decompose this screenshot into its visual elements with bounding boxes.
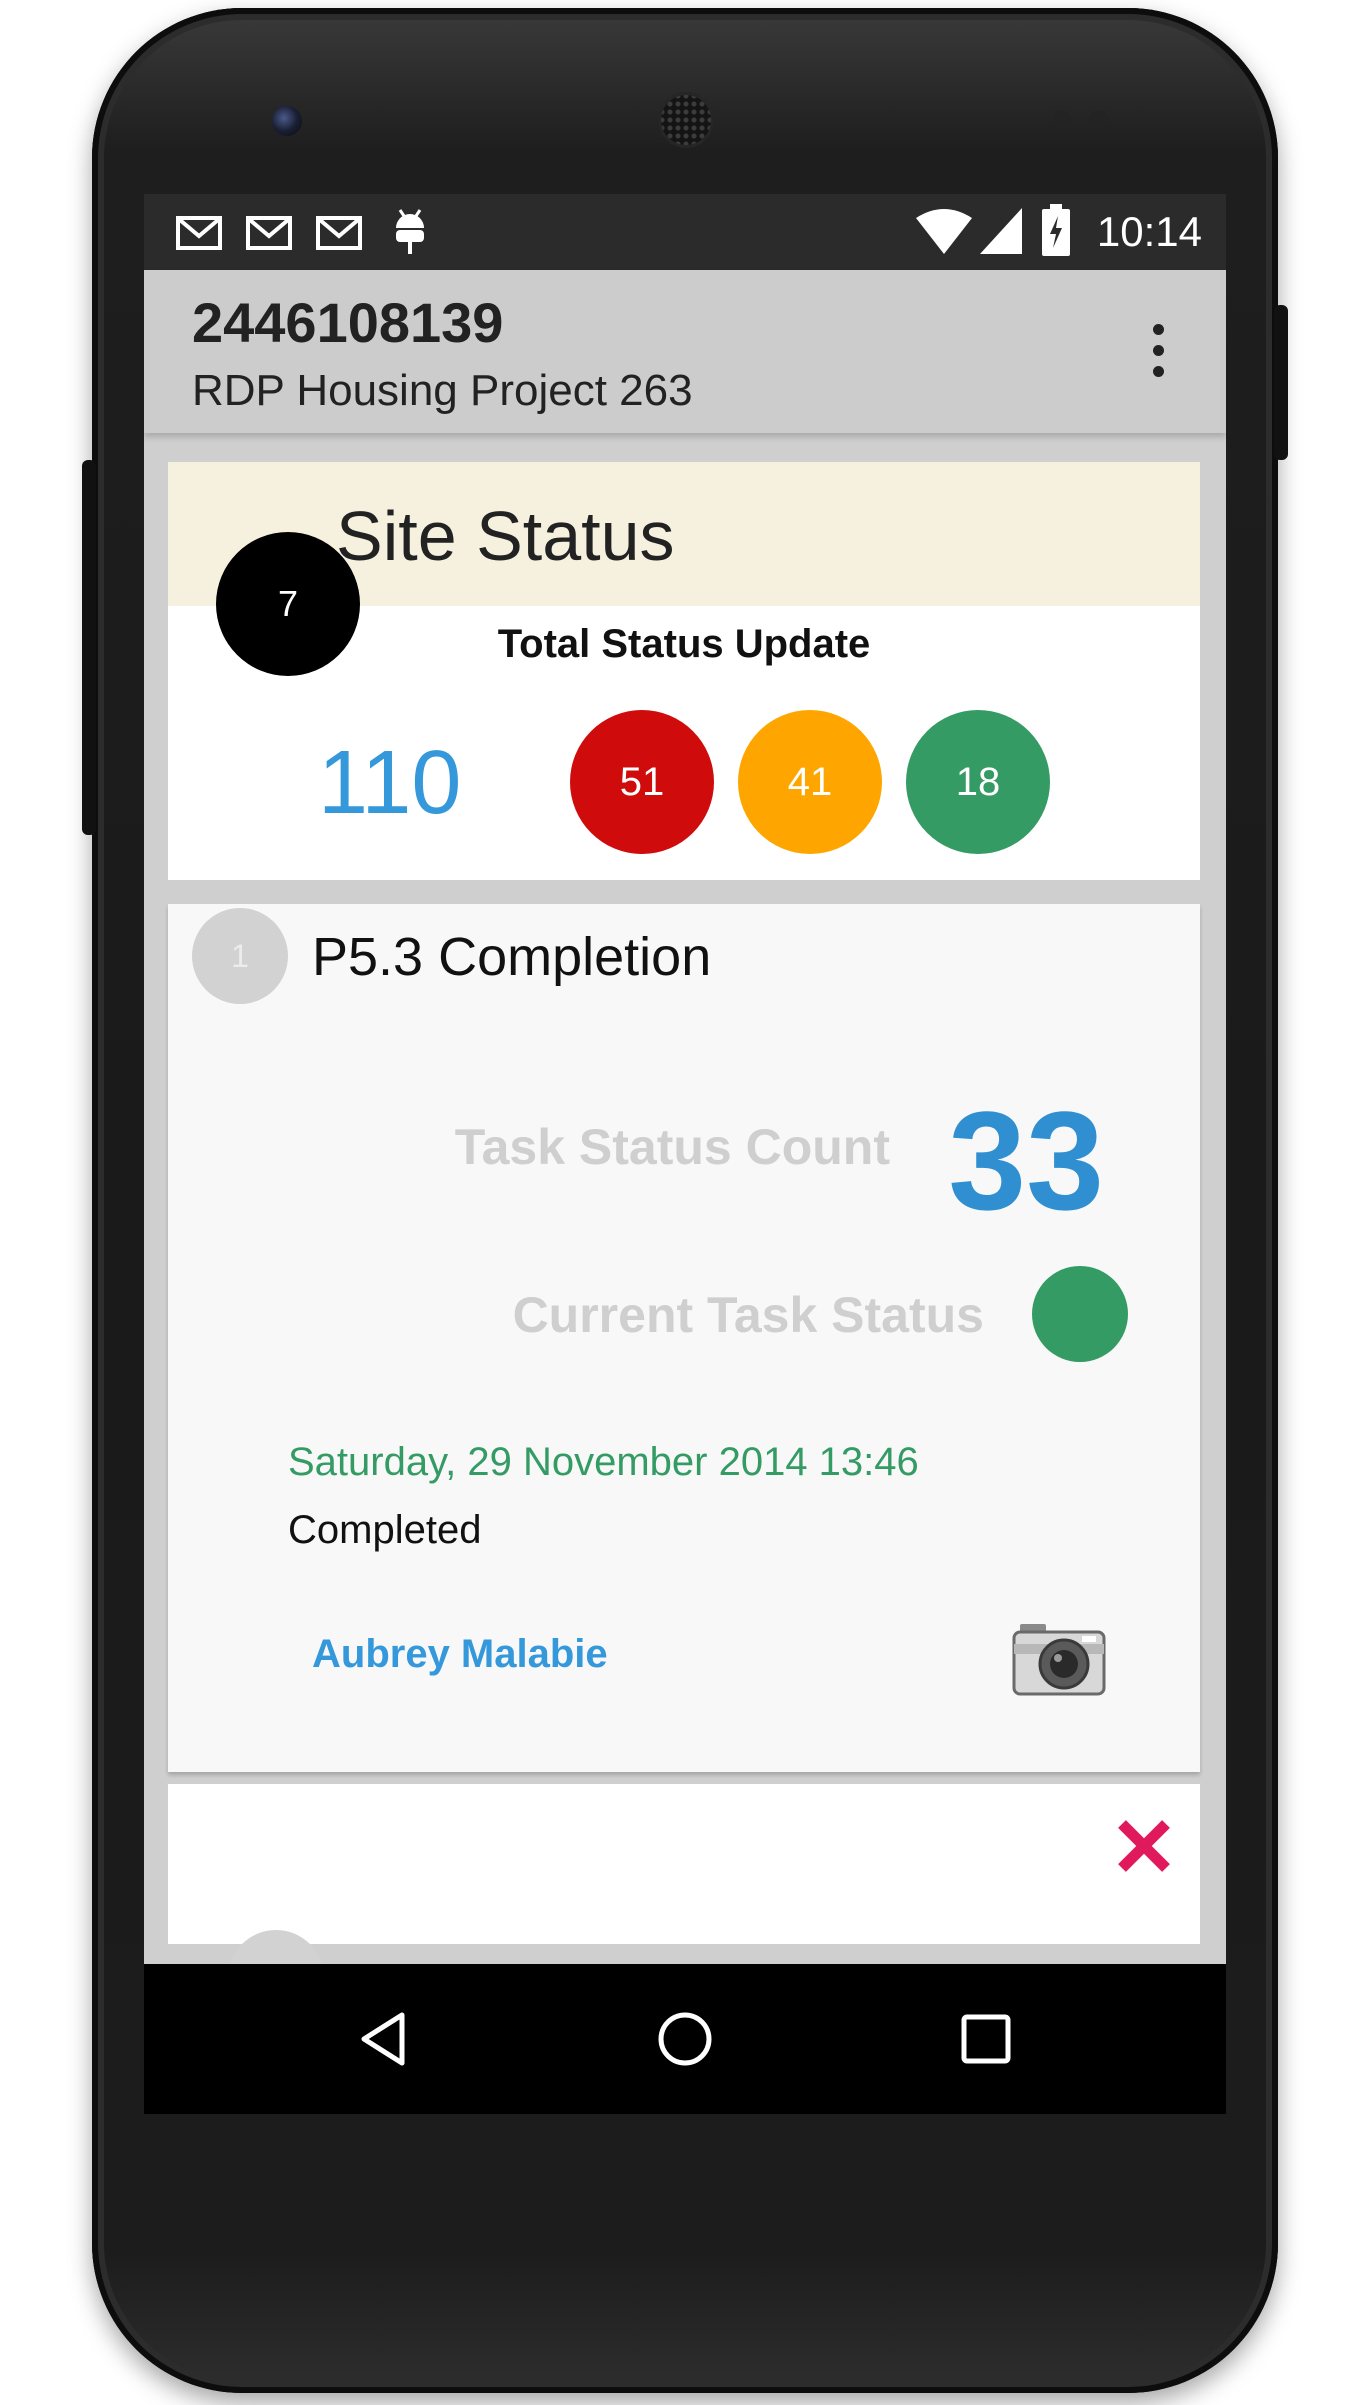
light-sensor [1090,110,1108,128]
clock: 10:14 [1096,208,1202,255]
task-status-count: 33 [948,1082,1104,1239]
wifi-icon [916,209,972,254]
site-status-card: Site Status 7 Total Status Update 110 51… [168,462,1200,880]
android-debug-icon [396,209,424,254]
status-count-red[interactable]: 51 [570,710,714,854]
camera-icon[interactable] [1012,1618,1106,1698]
close-icon[interactable] [1112,1814,1176,1878]
site-status-title: Site Status [336,497,675,575]
task-title: P5.3 Completion [312,927,712,987]
screen: 10:14 2446108139 RDP Housing Project 263… [144,194,1226,2114]
more-vert-icon[interactable] [1146,324,1170,384]
task-date: Saturday, 29 November 2014 13:46 [288,1440,919,1484]
step-badge: 1 [192,908,288,1004]
status-count-green[interactable]: 18 [906,710,1050,854]
gmail-icon [316,216,362,250]
front-camera [272,106,302,136]
total-status-label: Total Status Update [497,622,871,666]
task-user-link[interactable]: Aubrey Malabie [312,1632,608,1677]
total-status-count: 110 [318,733,462,833]
recents-icon[interactable] [956,2009,1016,2069]
earpiece-speaker [658,92,714,148]
page-title: 2446108139 [192,291,504,354]
task-card[interactable]: 1 P5.3 Completion Task Status Count 33 C… [168,904,1200,1772]
back-icon[interactable] [354,2009,414,2069]
gmail-icon [176,216,222,250]
status-count-orange[interactable]: 41 [738,710,882,854]
next-task-card[interactable] [168,1784,1200,2026]
proximity-sensor [1052,110,1070,128]
navigation-bar [144,1964,1226,2114]
battery-charging-icon [1042,204,1070,256]
volume-button [82,460,96,835]
task-state: Completed [288,1508,482,1552]
task-status-count-label: Task Status Count [454,1119,890,1175]
home-icon[interactable] [655,2009,715,2069]
power-button [1274,305,1288,460]
gmail-icon [246,216,292,250]
current-task-status-indicator [1032,1266,1128,1362]
app-bar: 2446108139 RDP Housing Project 263 [144,270,1226,433]
page-subtitle: RDP Housing Project 263 [192,366,693,415]
signal-icon [980,208,1022,254]
current-task-status-label: Current Task Status [512,1287,984,1343]
status-bar: 10:14 [144,194,1226,270]
